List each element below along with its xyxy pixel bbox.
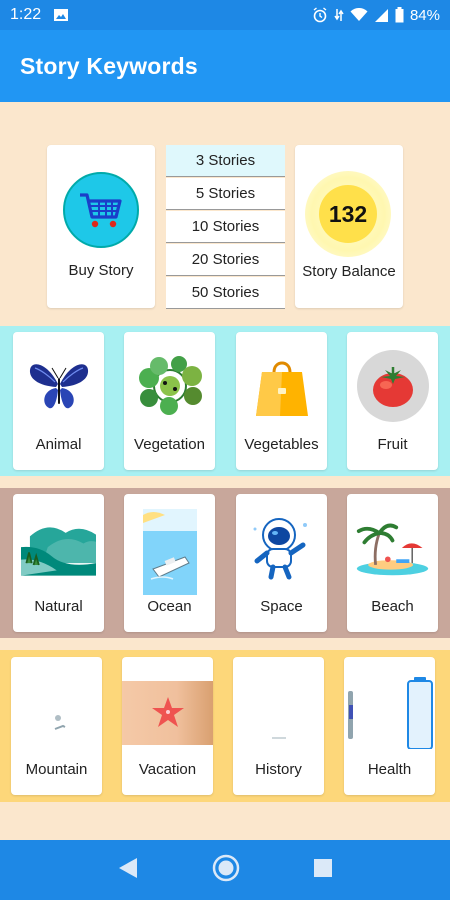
battery-percent: 84%: [409, 6, 440, 24]
keyword-natural[interactable]: Natural: [13, 494, 104, 632]
keyword-label-vacation: Vacation: [138, 761, 197, 778]
story-balance-value: 132: [319, 185, 377, 243]
wifi-icon: [350, 8, 368, 22]
keyword-mountain[interactable]: Mountain: [11, 657, 102, 795]
keyword-ocean[interactable]: Ocean: [124, 494, 215, 632]
keyword-label-space: Space: [260, 598, 303, 615]
story-option-20[interactable]: 20 Stories: [166, 244, 285, 276]
buy-story-label: Buy Story: [68, 262, 134, 279]
keyword-label-fruit: Fruit: [377, 436, 408, 453]
alarm-icon: [312, 7, 328, 23]
cart-icon: [63, 172, 139, 248]
keyword-vegetables[interactable]: Vegetables: [236, 332, 327, 470]
keyword-label-beach: Beach: [371, 598, 414, 615]
status-bar: 1:22 84%: [0, 0, 450, 30]
back-icon[interactable]: [117, 856, 139, 885]
keyword-label-mountain: Mountain: [25, 761, 88, 778]
keyword-label-health: Health: [367, 761, 412, 778]
mountain-icon: [19, 675, 94, 747]
status-time: 1:22: [10, 6, 42, 23]
keyword-label-natural: Natural: [34, 598, 83, 615]
story-option-3[interactable]: 3 Stories: [166, 145, 285, 177]
keyword-history[interactable]: History: [233, 657, 324, 795]
butterfly-icon: [21, 350, 96, 422]
history-icon: [241, 675, 316, 747]
keyword-animal[interactable]: Animal: [13, 332, 104, 470]
keyword-label-vegetables: Vegetables: [244, 436, 319, 453]
keyword-vacation[interactable]: Vacation: [122, 657, 213, 795]
landscape-icon: [21, 512, 96, 584]
astronaut-icon: [244, 512, 319, 584]
ship-icon: [132, 509, 207, 595]
signal-icon: [374, 8, 389, 23]
keyword-label-vegetation: Vegetation: [134, 436, 205, 453]
keyword-fruit[interactable]: Fruit: [347, 332, 438, 470]
story-option-50[interactable]: 50 Stories: [166, 277, 285, 309]
plants-icon: [132, 350, 207, 422]
keyword-beach[interactable]: Beach: [347, 494, 438, 632]
story-option-10[interactable]: 10 Stories: [166, 211, 285, 243]
recents-icon[interactable]: [313, 858, 333, 883]
data-icon: [334, 7, 344, 23]
keyword-space[interactable]: Space: [236, 494, 327, 632]
app-bar: Story Keywords: [0, 30, 450, 102]
battery-icon: [395, 7, 404, 23]
coin-icon: 132: [305, 171, 391, 257]
keyword-health[interactable]: Health: [344, 657, 435, 795]
keyword-label-history: History: [255, 761, 302, 778]
home-icon[interactable]: [212, 854, 240, 887]
story-count-list: 3 Stories 5 Stories 10 Stories 20 Storie…: [166, 145, 285, 309]
image-icon: [53, 8, 69, 22]
health-icon: [344, 675, 435, 749]
keyword-vegetation[interactable]: Vegetation: [124, 332, 215, 470]
buy-story-button[interactable]: Buy Story: [47, 145, 155, 308]
keyword-label-animal: Animal: [35, 436, 82, 453]
navigation-bar: [0, 840, 450, 900]
story-option-5[interactable]: 5 Stories: [166, 178, 285, 210]
keyword-label-ocean: Ocean: [147, 598, 192, 615]
story-balance-label: Story Balance: [302, 263, 396, 280]
page-title: Story Keywords: [20, 52, 198, 79]
palm-tree-icon: [355, 512, 430, 584]
starfish-icon: [122, 681, 213, 745]
story-balance-card[interactable]: 132 Story Balance: [295, 145, 403, 308]
tomato-icon: [355, 350, 430, 422]
shopping-bag-icon: [244, 350, 319, 422]
